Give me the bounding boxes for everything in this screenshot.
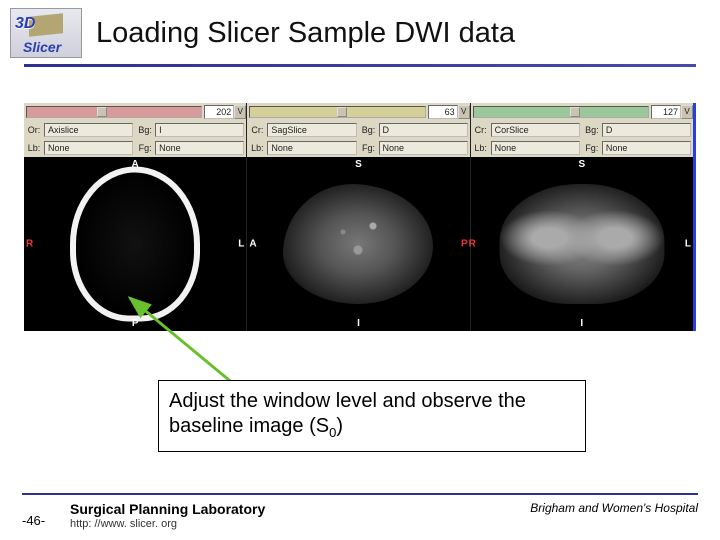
logo-top-text: 3D — [15, 15, 35, 33]
panel-axial: 202 V Or: Axislice Bg: I Lb: None Fg: No… — [24, 103, 247, 331]
logo-bottom-text: Slicer — [23, 39, 61, 55]
axial-slice-value[interactable]: 202 — [204, 105, 234, 119]
axial-fg-dropdown[interactable]: None — [155, 141, 244, 155]
axial-orient-right: L — [238, 239, 244, 250]
panel-coronal: 127 V Cr: CorSlice Bg: D Lb: None Fg: No… — [471, 103, 693, 331]
axial-lb-dropdown[interactable]: None — [44, 141, 133, 155]
cor-v-button[interactable]: V — [681, 105, 693, 119]
instruction-callout: Adjust the window level and observe the … — [158, 380, 586, 452]
cor-row1: Cr: CorSlice Bg: D — [471, 121, 693, 139]
cor-orient-bottom: I — [580, 318, 583, 329]
cor-bg-label: Bg: — [582, 125, 602, 135]
sag-bg-label: Bg: — [359, 125, 379, 135]
sag-orient-top: S — [355, 159, 362, 170]
slide-header: 3D Slicer Loading Slicer Sample DWI data — [0, 0, 720, 58]
cor-orientation-dropdown[interactable]: CorSlice — [491, 123, 580, 137]
page-number: -46- — [22, 501, 70, 528]
sag-orient-bottom: I — [357, 318, 360, 329]
cor-fg-dropdown[interactable]: None — [602, 141, 691, 155]
sag-slice-slider[interactable] — [249, 106, 425, 118]
lab-name: Surgical Planning Laboratory http: //www… — [70, 501, 530, 530]
slicer-logo: 3D Slicer — [10, 8, 82, 58]
lab-name-text: Surgical Planning Laboratory — [70, 501, 265, 517]
sag-slider-row: 63 V — [247, 103, 469, 121]
cor-orient-right: L — [685, 239, 691, 250]
sag-orientation-dropdown[interactable]: SagSlice — [267, 123, 356, 137]
axial-orient-left: R — [26, 239, 33, 250]
title-rule — [24, 64, 696, 67]
sag-cr-label: Cr: — [247, 125, 267, 135]
axial-or-label: Or: — [24, 125, 44, 135]
sag-fg-dropdown[interactable]: None — [379, 141, 468, 155]
hospital-name: Brigham and Women's Hospital — [530, 501, 698, 515]
sag-lb-dropdown[interactable]: None — [267, 141, 356, 155]
axial-v-button[interactable]: V — [234, 105, 246, 119]
axial-lb-label: Lb: — [24, 143, 44, 153]
axial-orientation-dropdown[interactable]: Axislice — [44, 123, 133, 137]
panel-sagittal: 63 V Cr: SagSlice Bg: D Lb: None Fg: Non… — [247, 103, 470, 331]
sag-brain-slice — [283, 184, 433, 304]
axial-row2: Lb: None Fg: None — [24, 139, 246, 157]
cor-image[interactable]: S I R L — [471, 157, 693, 331]
sag-fg-label: Fg: — [359, 143, 379, 153]
sag-image[interactable]: S I A P — [247, 157, 469, 331]
axial-bg-label: Bg: — [135, 125, 155, 135]
sag-row2: Lb: None Fg: None — [247, 139, 469, 157]
cor-cr-label: Cr: — [471, 125, 491, 135]
slide-footer: -46- Surgical Planning Laboratory http: … — [0, 493, 720, 530]
lab-url: http: //www. slicer. org — [70, 518, 530, 530]
sag-lb-label: Lb: — [247, 143, 267, 153]
cor-lb-label: Lb: — [471, 143, 491, 153]
cor-orient-top: S — [578, 159, 585, 170]
axial-row1: Or: Axislice Bg: I — [24, 121, 246, 139]
cor-slice-value[interactable]: 127 — [651, 105, 681, 119]
axial-bg-dropdown[interactable]: I — [155, 123, 244, 137]
axial-image[interactable]: A P R L — [24, 157, 246, 331]
cor-brain-slice — [499, 184, 664, 304]
axial-orient-bottom: P — [132, 318, 139, 329]
sag-orient-right: P — [461, 239, 468, 250]
slice-viewer: 202 V Or: Axislice Bg: I Lb: None Fg: No… — [24, 103, 696, 331]
callout-text-pre: Adjust the window level and observe the … — [169, 390, 526, 437]
footer-rule — [22, 493, 698, 495]
axial-brain-slice — [70, 167, 200, 322]
cor-slider-row: 127 V — [471, 103, 693, 121]
sag-slice-value[interactable]: 63 — [428, 105, 458, 119]
sag-row1: Cr: SagSlice Bg: D — [247, 121, 469, 139]
axial-slice-slider[interactable] — [26, 106, 202, 118]
axial-fg-label: Fg: — [135, 143, 155, 153]
cor-fg-label: Fg: — [582, 143, 602, 153]
axial-slider-row: 202 V — [24, 103, 246, 121]
callout-text-post: ) — [336, 415, 343, 437]
cor-row2: Lb: None Fg: None — [471, 139, 693, 157]
sag-bg-dropdown[interactable]: D — [379, 123, 468, 137]
sag-orient-left: A — [249, 239, 256, 250]
cor-lb-dropdown[interactable]: None — [491, 141, 580, 155]
sag-v-button[interactable]: V — [458, 105, 470, 119]
axial-orient-top: A — [132, 159, 139, 170]
cor-bg-dropdown[interactable]: D — [602, 123, 691, 137]
cor-slice-slider[interactable] — [473, 106, 649, 118]
page-title: Loading Slicer Sample DWI data — [96, 17, 515, 50]
cor-orient-left: R — [469, 239, 476, 250]
